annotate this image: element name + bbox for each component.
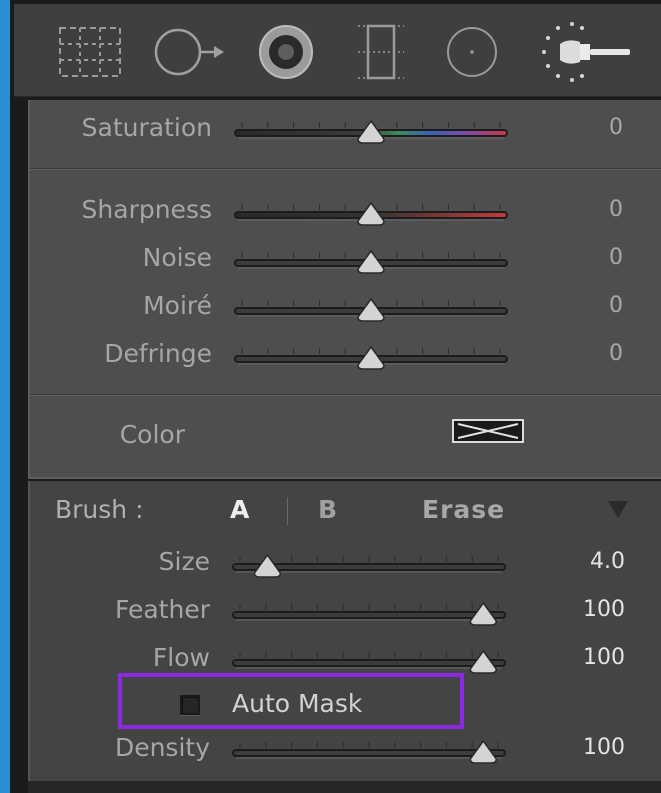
defringe-value[interactable]: 0 [543,339,623,369]
graduated-filter-tool-icon[interactable] [346,4,416,96]
saturation-label: Saturation [81,113,212,142]
flow-value[interactable]: 100 [545,643,625,673]
size-value[interactable]: 4.0 [545,547,625,577]
section-divider [30,168,661,170]
defringe-slider[interactable] [232,335,510,375]
flow-label: Flow [152,643,210,672]
color-swatch[interactable] [452,419,524,443]
moire-slider[interactable] [232,287,510,327]
noise-slider[interactable] [232,239,510,279]
moire-value[interactable]: 0 [543,291,623,321]
sharpness-slider[interactable] [232,191,510,231]
crop-overlay-tool-icon[interactable] [54,4,126,96]
brush-separator [287,497,288,525]
noise-label: Noise [142,243,212,272]
red-eye-correction-tool-icon[interactable] [252,4,322,96]
brush-b-button[interactable]: B [318,493,337,527]
moire-label: Moiré [143,291,212,320]
brush-label: Brush : [55,495,144,524]
density-label: Density [114,733,210,762]
defringe-label: Defringe [104,339,212,368]
noise-value[interactable]: 0 [543,243,623,273]
tool-strip [14,4,661,97]
brush-erase-button[interactable]: Erase [422,493,505,527]
brush-a-button[interactable]: A [230,493,249,527]
size-slider[interactable] [230,543,508,583]
radial-filter-tool-icon[interactable] [436,4,506,96]
feather-label: Feather [114,595,210,624]
saturation-slider[interactable] [232,109,510,149]
density-value[interactable]: 100 [545,733,625,763]
sharpness-label: Sharpness [81,195,212,224]
feather-value[interactable]: 100 [545,595,625,625]
adjustment-brush-tool-icon[interactable] [524,4,634,96]
sharpness-value[interactable]: 0 [543,195,623,225]
auto-mask-highlight-box [118,673,464,729]
section-divider [30,394,661,396]
spot-removal-tool-icon[interactable] [152,4,234,96]
adjustments-panel: Saturation 0 Sharpness 0 Noise 0 Moiré 0… [28,100,661,479]
panel-bottom-edge [28,781,661,793]
feather-slider[interactable] [230,591,508,631]
color-label: Color [119,420,185,449]
density-slider[interactable] [230,729,508,769]
saturation-value[interactable]: 0 [543,113,623,143]
size-label: Size [158,547,210,576]
brush-panel: Brush : A B Erase Size 4.0 Feather 100 F… [28,481,661,781]
brush-menu-triangle-icon[interactable] [608,501,628,518]
